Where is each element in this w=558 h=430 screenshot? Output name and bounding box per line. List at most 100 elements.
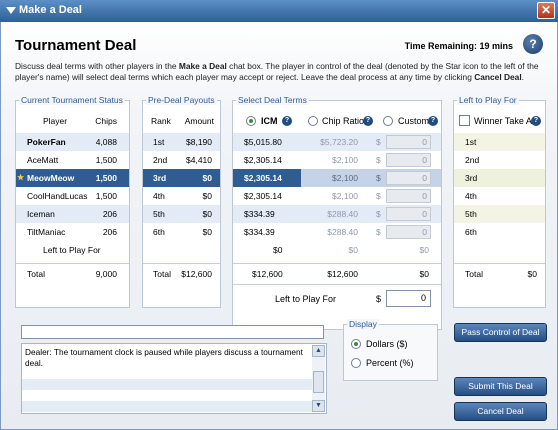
chat-scrollbar[interactable]: ▲ ▼ <box>312 345 325 412</box>
chip-ratio-value: $288.40 <box>327 209 358 219</box>
player-chips: 206 <box>102 227 117 237</box>
winner-take-all-help-icon[interactable]: ? <box>531 116 541 126</box>
chip-ratio-option-label: Chip Ratio <box>322 116 365 126</box>
payout-rank: 1st <box>153 137 165 147</box>
icm-help-icon[interactable]: ? <box>282 116 292 126</box>
chip-ratio-left-to-play: $0 <box>348 245 358 255</box>
payout-row: 5th $0 <box>143 205 220 223</box>
chip-ratio-total: $12,600 <box>327 269 358 279</box>
player-row: Iceman 206 <box>16 205 129 223</box>
desc-text: Discuss deal terms with other players in… <box>15 61 179 71</box>
icm-value: $2,305.14 <box>244 191 282 201</box>
payout-amount: $0 <box>202 191 212 201</box>
percent-radio[interactable] <box>351 358 361 368</box>
terms-row: $5,015.80 $5,723.20 $ 0 <box>233 133 441 151</box>
custom-amount-input[interactable]: 0 <box>386 225 431 239</box>
left-to-play-input[interactable]: 0 <box>386 290 431 307</box>
total-label: Total <box>27 269 45 279</box>
left-rank-row: 1st <box>454 133 545 151</box>
player-chips: 1,500 <box>95 173 117 183</box>
payout-rank: 5th <box>153 209 165 219</box>
col-header-player: Player <box>43 116 68 126</box>
desc-text: . <box>521 72 524 82</box>
chat-log: Dealer: The tournament clock is paused w… <box>21 343 327 414</box>
submit-deal-button[interactable]: Submit This Deal <box>454 377 547 396</box>
custom-help-icon[interactable]: ? <box>428 116 438 126</box>
left-rank: 4th <box>465 191 477 201</box>
payout-amount: $0 <box>202 227 212 237</box>
player-row-selected: ★ MeowMeow 1,500 <box>16 169 129 187</box>
total-label: Total <box>465 269 483 279</box>
cancel-deal-button[interactable]: Cancel Deal <box>454 402 547 421</box>
payout-rank: 2nd <box>153 155 168 165</box>
payout-rank: 6th <box>153 227 165 237</box>
panel-title: Current Tournament Status <box>19 95 125 105</box>
left-rank-row: 4th <box>454 187 545 205</box>
chip-ratio-radio[interactable] <box>308 116 318 126</box>
custom-amount-input[interactable]: 0 <box>386 153 431 167</box>
left-total-value: $0 <box>527 269 537 279</box>
custom-option-label: Custom <box>398 116 430 126</box>
player-chips: 1,500 <box>95 155 117 165</box>
display-panel: Display Dollars ($) Percent (%) <box>343 319 438 381</box>
panel-title: Select Deal Terms <box>236 95 309 105</box>
divider <box>16 263 129 264</box>
payout-amount: $8,190 <box>186 137 212 147</box>
custom-amount-input[interactable]: 0 <box>386 189 431 203</box>
player-name: TiltManiac <box>27 227 66 237</box>
collapse-triangle-icon[interactable] <box>6 7 16 14</box>
icm-value: $2,305.14 <box>244 155 282 165</box>
chat-input[interactable] <box>21 325 324 339</box>
custom-radio[interactable] <box>383 116 393 126</box>
left-rank-row: 6th <box>454 223 545 241</box>
icm-left-to-play: $0 <box>273 245 283 255</box>
chat-message: Dealer: The tournament clock is paused w… <box>25 347 303 368</box>
chip-ratio-value: $2,100 <box>332 155 358 165</box>
payout-row: 4th $0 <box>143 187 220 205</box>
scroll-thumb[interactable] <box>313 371 324 393</box>
winner-take-all-checkbox[interactable] <box>459 115 470 126</box>
payout-rank: 4th <box>153 191 165 201</box>
winner-take-all-label: Winner Take All <box>474 116 536 126</box>
currency-symbol: $ <box>376 137 381 147</box>
divider <box>233 284 441 285</box>
chip-ratio-value: $288.40 <box>327 227 358 237</box>
chip-ratio-value: $5,723.20 <box>320 137 358 147</box>
custom-amount-input[interactable]: 0 <box>386 171 431 185</box>
icm-total: $12,600 <box>252 269 283 279</box>
panel-title: Display <box>347 319 379 329</box>
payout-row: 2nd $4,410 <box>143 151 220 169</box>
custom-total: $0 <box>419 269 429 279</box>
icm-value: $334.39 <box>244 227 275 237</box>
player-name: CoolHandLucas <box>27 191 88 201</box>
window-title: Make a Deal <box>19 4 82 16</box>
player-name: AceMatt <box>27 155 59 165</box>
total-amount: $12,600 <box>181 269 212 279</box>
icm-option-label: ICM <box>261 116 278 126</box>
page-title: Tournament Deal <box>15 37 137 54</box>
player-name: Iceman <box>27 209 55 219</box>
deal-terms-panel: Select Deal Terms ICM ? Chip Ratio ? Cus… <box>232 95 442 330</box>
player-name: PokerFan <box>27 137 66 147</box>
dollars-radio[interactable] <box>351 339 361 349</box>
terms-row: $2,305.14 $2,100 $ 0 <box>233 187 441 205</box>
left-to-play-currency: $ <box>376 294 382 304</box>
player-row: TiltManiac 206 <box>16 223 129 241</box>
player-row: CoolHandLucas 1,500 <box>16 187 129 205</box>
terms-row: $334.39 $288.40 $ 0 <box>233 223 441 241</box>
help-icon[interactable]: ? <box>523 34 543 54</box>
icm-radio[interactable] <box>246 116 256 126</box>
custom-amount-input[interactable]: 0 <box>386 207 431 221</box>
player-chips: 206 <box>102 209 117 219</box>
custom-amount-input[interactable]: 0 <box>386 135 431 149</box>
player-row: AceMatt 1,500 <box>16 151 129 169</box>
terms-left-to-play-row: $0 $0 $0 <box>233 241 441 259</box>
col-header-rank: Rank <box>151 116 171 126</box>
chip-ratio-help-icon[interactable]: ? <box>363 116 373 126</box>
close-icon[interactable]: ✕ <box>537 2 555 19</box>
scroll-down-icon[interactable]: ▼ <box>312 400 325 412</box>
player-name: MeowMeow <box>27 173 75 183</box>
pass-control-button[interactable]: Pass Control of Deal <box>454 323 547 342</box>
scroll-up-icon[interactable]: ▲ <box>312 345 325 357</box>
terms-row-selected: $2,305.14 $2,100 $ 0 <box>233 169 441 187</box>
